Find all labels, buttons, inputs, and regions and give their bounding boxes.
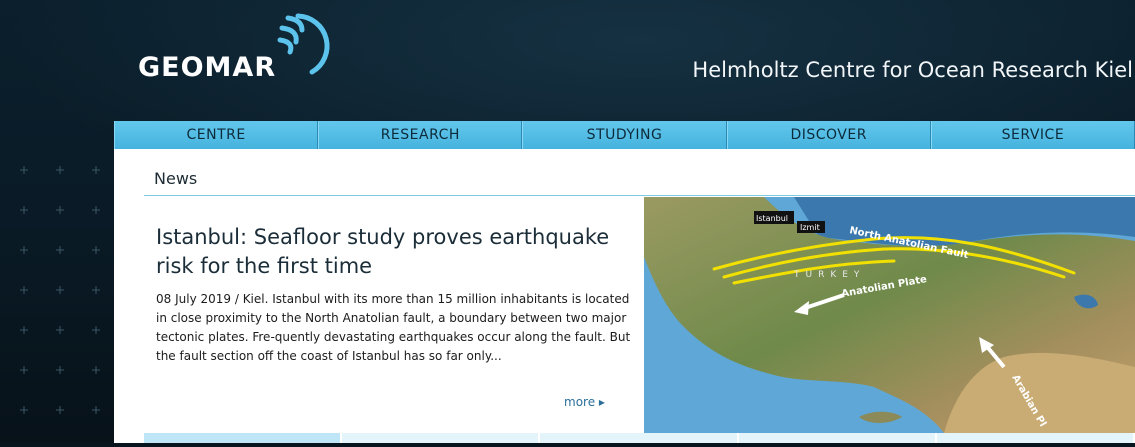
turkey-fault-map: Istanbul Izmit North Anatolian Fault TUR… — [644, 197, 1135, 433]
news-teaser: 08 July 2019 / Kiel. Istanbul with its m… — [156, 290, 636, 366]
carousel-tab-4[interactable] — [738, 433, 937, 443]
carousel-tab-5[interactable] — [936, 433, 1135, 443]
label-istanbul: Istanbul — [756, 214, 788, 223]
geomar-logo[interactable]: GEOMAR — [138, 10, 358, 90]
nav-item-centre[interactable]: CENTRE — [114, 121, 319, 149]
decorative-cross-pattern — [0, 150, 112, 443]
news-map-image[interactable]: Istanbul Izmit North Anatolian Fault TUR… — [644, 197, 1135, 433]
section-divider — [144, 195, 1135, 196]
news-headline[interactable]: Istanbul: Seafloor study proves earthqua… — [156, 223, 646, 281]
geomar-logo-icon — [277, 13, 330, 75]
nav-item-studying[interactable]: STUDYING — [522, 121, 727, 149]
label-istanbul-box: Istanbul — [754, 211, 794, 224]
nav-item-service[interactable]: SERVICE — [930, 121, 1135, 149]
carousel-tab-1[interactable] — [144, 433, 343, 443]
label-izmit-box: Izmit — [797, 221, 825, 233]
label-country: TURKEY — [793, 270, 865, 280]
tagline: Helmholtz Centre for Ocean Research Kiel — [692, 58, 1133, 82]
main-navigation: CENTRE RESEARCH STUDYING DISCOVER SERVIC… — [114, 121, 1135, 149]
section-title: News — [154, 169, 198, 188]
label-izmit: Izmit — [800, 223, 820, 232]
cross-grid — [20, 166, 100, 414]
logo-text: GEOMAR — [138, 52, 277, 83]
news-carousel-tabs — [144, 433, 1135, 443]
nav-item-research[interactable]: RESEARCH — [318, 121, 523, 149]
more-link[interactable]: more ▸ — [564, 395, 605, 409]
carousel-tab-3[interactable] — [540, 433, 739, 443]
carousel-tab-2[interactable] — [342, 433, 541, 443]
news-date-location: 08 July 2019 / Kiel. — [156, 292, 269, 306]
nav-item-discover[interactable]: DISCOVER — [726, 121, 931, 149]
content-panel: News Istanbul: Seafloor study proves ear… — [114, 149, 1135, 443]
